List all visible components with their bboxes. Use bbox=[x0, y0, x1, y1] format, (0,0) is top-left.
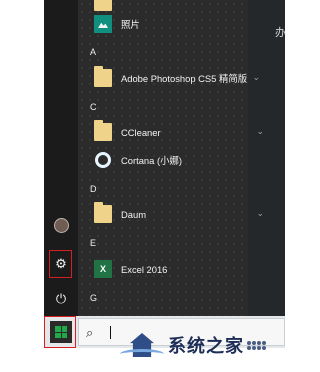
excel-icon: X bbox=[94, 260, 112, 278]
power-icon: ⏻ bbox=[55, 291, 67, 306]
section-letter-a[interactable]: A bbox=[90, 47, 96, 57]
text-caret bbox=[110, 326, 111, 339]
folder-icon bbox=[94, 0, 112, 11]
gear-icon: ⚙ bbox=[55, 256, 67, 271]
app-item-ccleaner[interactable]: CCleaner ⌄ bbox=[94, 120, 264, 144]
app-item-label: Excel 2016 bbox=[121, 263, 168, 275]
chevron-down-icon: ⌄ bbox=[252, 72, 260, 82]
app-item-label: Cortana (小娜) bbox=[121, 155, 182, 166]
app-item-label: CCleaner bbox=[121, 126, 161, 138]
desktop-partial-text: 办 bbox=[275, 27, 286, 39]
app-item-label: Daum bbox=[121, 208, 147, 220]
app-item-excel[interactable]: X Excel 2016 bbox=[94, 257, 254, 281]
folder-icon bbox=[94, 66, 112, 87]
watermark-dots bbox=[247, 340, 266, 350]
watermark-text: 系统之家 bbox=[168, 336, 244, 356]
avatar-icon bbox=[53, 217, 69, 233]
app-item-daum[interactable]: Daum ⌄ bbox=[94, 202, 264, 226]
start-button[interactable] bbox=[50, 321, 72, 343]
app-item-label: 照片 bbox=[121, 19, 140, 30]
settings-button[interactable]: ⚙ bbox=[51, 254, 71, 274]
section-letter-c[interactable]: C bbox=[90, 102, 97, 112]
watermark: 系统之家 bbox=[120, 328, 285, 362]
app-item-label: Adobe Photoshop CS5 精简版 bbox=[121, 73, 248, 84]
cortana-icon bbox=[94, 151, 112, 169]
user-avatar[interactable] bbox=[51, 215, 71, 235]
section-letter-g[interactable]: G bbox=[90, 293, 97, 303]
folder-icon bbox=[94, 202, 112, 223]
photos-icon bbox=[94, 15, 112, 33]
windows-logo-icon bbox=[55, 326, 67, 338]
app-item-photos[interactable]: 照片 bbox=[94, 12, 254, 36]
house-logo-icon bbox=[120, 330, 164, 360]
section-letter-d[interactable]: D bbox=[90, 184, 97, 194]
search-icon: ⌕ bbox=[86, 325, 94, 340]
chevron-down-icon: ⌄ bbox=[256, 126, 264, 136]
app-item-photoshop[interactable]: Adobe Photoshop CS5 精简版 ⌄ bbox=[94, 66, 260, 90]
folder-icon bbox=[94, 120, 112, 141]
app-item-cortana[interactable]: Cortana (小娜) bbox=[94, 148, 254, 172]
power-button[interactable]: ⏻ bbox=[51, 289, 71, 309]
section-letter-e[interactable]: E bbox=[90, 238, 96, 248]
chevron-down-icon: ⌄ bbox=[256, 208, 264, 218]
